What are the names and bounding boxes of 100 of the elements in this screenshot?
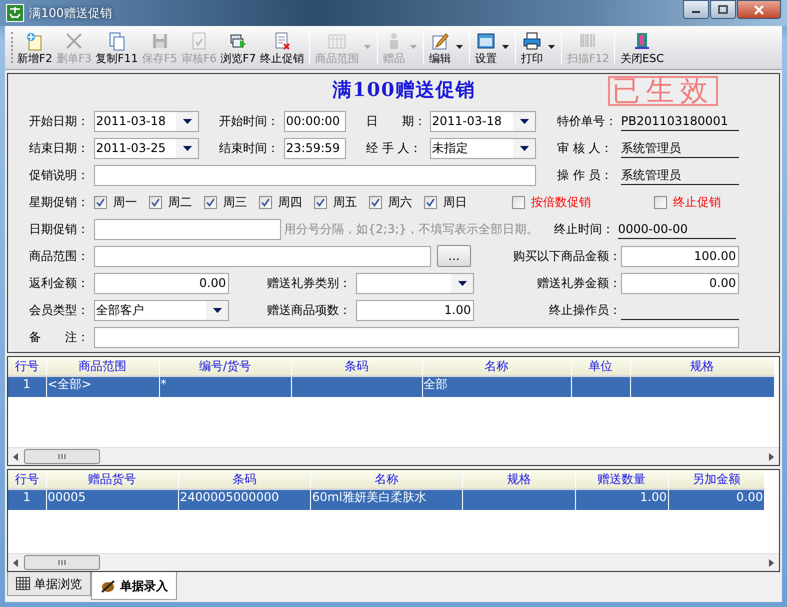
dropdown-field[interactable]: 2011-03-18 [430, 110, 536, 132]
dropdown-field[interactable] [356, 272, 474, 294]
input-field[interactable]: 1.00 [356, 300, 474, 321]
column-header[interactable]: 另加金额 [668, 470, 764, 490]
checkbox-label: 终止促销 [673, 194, 721, 212]
caret-icon [182, 118, 192, 124]
toolbar-button[interactable]: 终止促销 [258, 28, 306, 67]
table-icon [16, 577, 30, 590]
table-cell: 1 [22, 490, 31, 504]
dropdown-field[interactable]: 全部客户 [94, 300, 229, 321]
input-field[interactable] [94, 164, 536, 186]
table-row[interactable]: 1 <全部> * 全部 [8, 376, 774, 398]
dropdown-field[interactable]: 2011-03-18 [94, 110, 199, 132]
checkbox[interactable] [94, 196, 107, 209]
input-field[interactable]: 100.00 [621, 246, 739, 267]
column-header[interactable]: 条码 [291, 357, 422, 376]
field-label: 会员类型： [29, 302, 90, 320]
check-icon [151, 198, 160, 207]
checkbox[interactable] [424, 196, 437, 209]
field-label: 星期促销： [29, 194, 90, 212]
toolbar-button[interactable]: 设置 [472, 28, 499, 67]
x-icon [64, 30, 84, 51]
printer-icon [522, 30, 542, 51]
field-label: 日 期： [366, 113, 427, 130]
toolbar-button[interactable]: 新增F2 [15, 28, 54, 67]
maximize-button[interactable] [710, 0, 736, 19]
checkbox[interactable] [654, 196, 667, 209]
caret-icon [364, 45, 371, 50]
browse-button[interactable]: ... [437, 245, 471, 268]
input-field[interactable]: 23:59:59 [284, 138, 346, 159]
tab[interactable]: 单据录入 [91, 572, 177, 600]
check-icon [261, 198, 270, 207]
checkbox-label: 周日 [443, 194, 467, 212]
column-header[interactable]: 规格 [462, 470, 576, 490]
checkbox[interactable] [512, 196, 525, 209]
column-header[interactable]: 赠品货号 [46, 470, 178, 490]
input-field[interactable]: 00:00:00 [284, 110, 346, 132]
checkbox[interactable] [314, 196, 327, 209]
check-icon [371, 198, 380, 207]
window-title: 满100赠送促销 [29, 5, 112, 22]
field-label: 促销说明： [29, 167, 90, 184]
minimize-button[interactable] [683, 0, 709, 19]
input-field[interactable]: 0.00 [94, 272, 229, 294]
check-icon [426, 198, 435, 207]
close-icon [753, 4, 765, 14]
checkbox[interactable] [204, 196, 217, 209]
column-header[interactable]: 商品范围 [46, 357, 159, 376]
toolbar-button[interactable]: 浏览F7 [218, 28, 258, 67]
field-label: 结束时间： [219, 140, 280, 158]
caret-icon [456, 45, 463, 50]
column-header[interactable]: 赠送数量 [575, 470, 668, 490]
readonly-value: 系统管理员 [621, 138, 739, 158]
checkbox[interactable] [369, 196, 382, 209]
table-cell: * [160, 377, 166, 392]
input-field[interactable] [94, 326, 739, 348]
close-button[interactable] [737, 0, 781, 19]
checkbox-label: 周一 [113, 194, 137, 212]
checkbox[interactable] [149, 196, 162, 209]
hint-text: 用分号分隔，如{2;3;}，不填写表示全部日期。 [283, 221, 540, 238]
field-label: 赠送礼券金额： [536, 275, 621, 292]
checkbox-label: 周三 [223, 194, 247, 212]
column-header[interactable]: 行号 [8, 470, 46, 490]
caret-icon [182, 146, 192, 151]
toolbar-button[interactable]: 复制F11 [94, 28, 140, 67]
column-header[interactable]: 名称 [422, 357, 571, 376]
pencil-pad-icon [430, 30, 450, 51]
dropdown-field[interactable]: 2011-03-25 [94, 138, 199, 159]
tab[interactable]: 单据浏览 [7, 572, 91, 596]
dropdown-field[interactable]: 未指定 [430, 138, 536, 159]
field-label: 终止操作员： [548, 302, 621, 320]
checkbox[interactable] [259, 196, 272, 209]
field-label: 结束日期： [29, 140, 90, 158]
field-label: 赠送礼券类别： [267, 275, 352, 292]
column-header[interactable]: 条码 [178, 470, 311, 490]
column-header[interactable]: 名称 [310, 470, 463, 490]
input-field[interactable] [94, 246, 431, 267]
input-field[interactable] [94, 218, 281, 240]
field-label: 开始日期： [29, 113, 90, 130]
table-row[interactable]: 1 00005 2400005000000 60ml雅妍美白柔肤水 1.00 0.00 [8, 489, 764, 510]
input-field[interactable]: 0.00 [621, 272, 739, 294]
field-label: 商品范围： [29, 248, 90, 266]
toolbar-button[interactable]: 打印 [518, 28, 545, 67]
scrollbar-thumb[interactable] [24, 449, 100, 464]
column-header[interactable]: 行号 [8, 357, 46, 376]
table-cell: 00005 [48, 490, 86, 504]
form-title: 满100赠送促销 [332, 78, 476, 101]
scrollbar-thumb[interactable] [24, 555, 100, 570]
toolbar-button[interactable]: 编辑 [426, 28, 453, 67]
column-header[interactable]: 单位 [571, 357, 630, 376]
caret-icon [410, 45, 417, 50]
field-label: 日期促销： [29, 221, 90, 238]
checkbox-label: 周四 [278, 194, 302, 212]
column-header[interactable]: 编号/货号 [159, 357, 291, 376]
table-cell: 全部 [424, 377, 448, 392]
column-header[interactable]: 规格 [630, 357, 774, 376]
table-cell: 60ml雅妍美白柔肤水 [312, 490, 426, 504]
table-cell: 1 [22, 377, 31, 392]
field-label: 经 手 人： [366, 140, 423, 158]
check-icon [206, 198, 215, 207]
toolbar-button[interactable]: 关闭ESC [618, 28, 666, 67]
